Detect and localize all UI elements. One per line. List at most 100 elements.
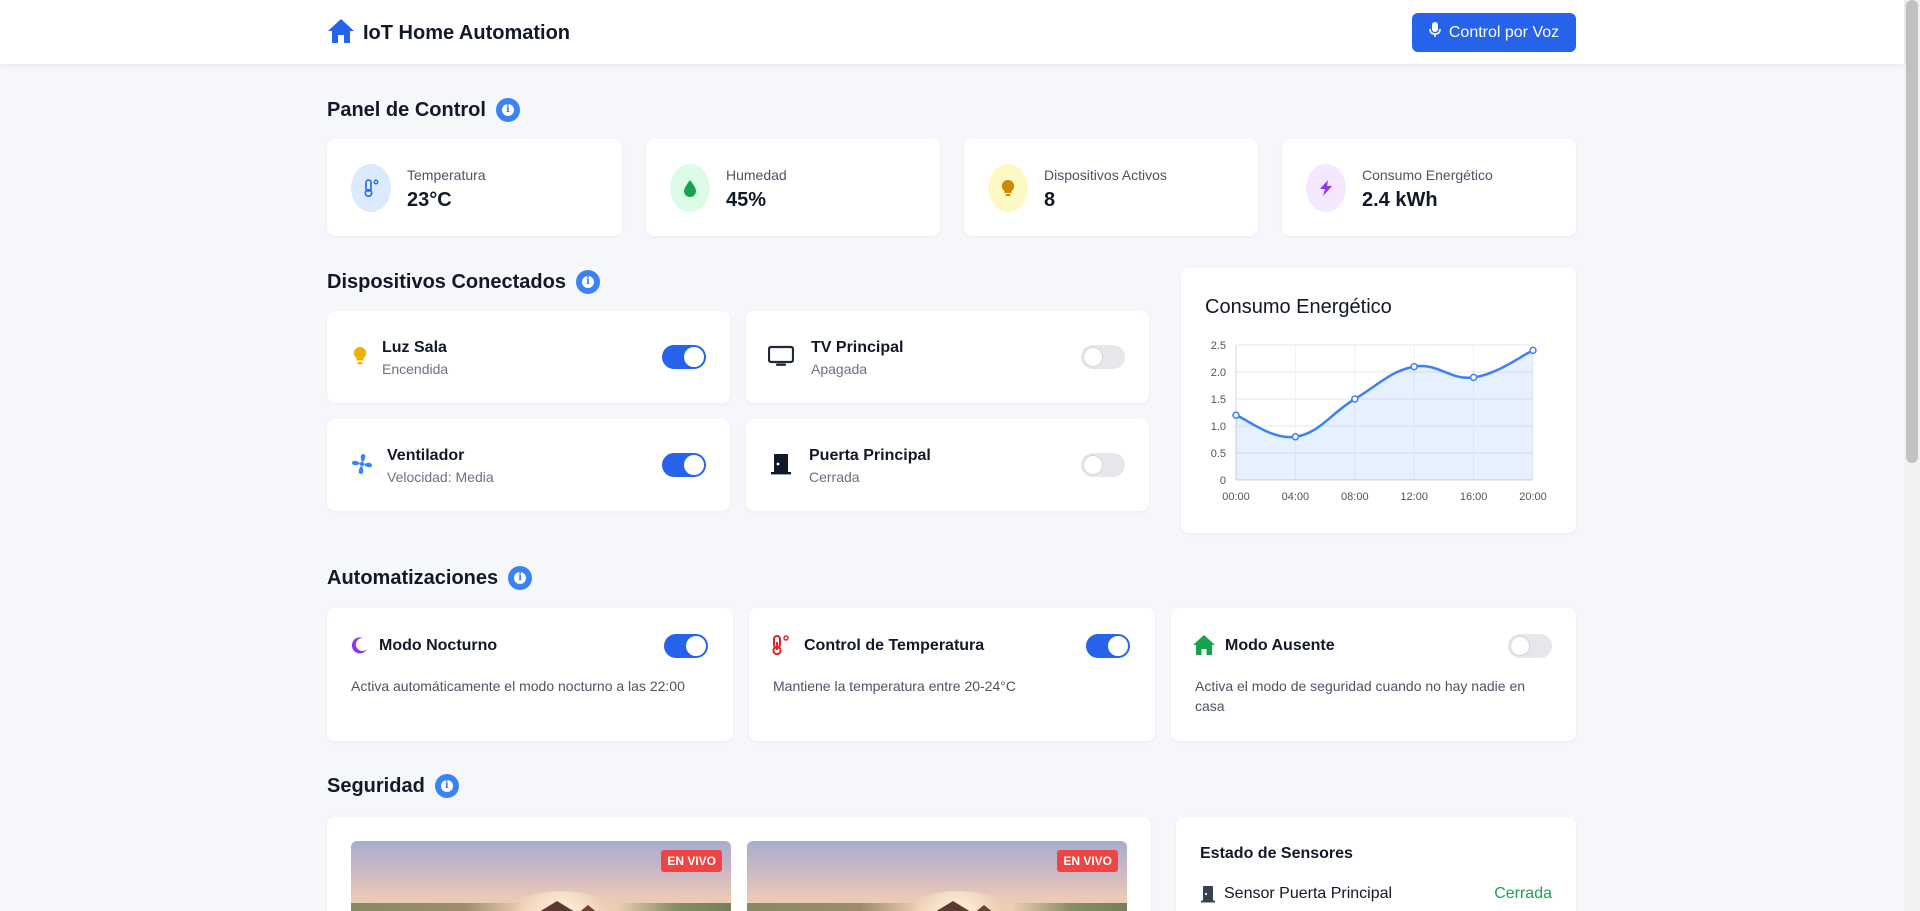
data-point [1232, 411, 1240, 419]
sensor-status-title: Estado de Sensores [1200, 845, 1353, 862]
x-tick-label: 16:00 [1460, 491, 1488, 503]
automation-card-temperature-control: Control de Temperatura Mantiene la tempe… [749, 608, 1155, 741]
stat-value: 2.4 kWh [1362, 189, 1438, 211]
y-tick-label: 2.5 [1211, 340, 1226, 352]
droplet-icon [670, 164, 710, 212]
series-area [1236, 350, 1533, 480]
thermometer-icon [769, 634, 791, 656]
device-status: Velocidad: Media [387, 469, 494, 485]
automations-section-header: Automatizaciones i [327, 566, 533, 590]
automation-toggle[interactable] [664, 634, 708, 658]
section-title: Panel de Control [327, 98, 486, 121]
automation-name: Control de Temperatura [804, 637, 985, 654]
bolt-icon [1306, 164, 1346, 212]
tv-icon [768, 344, 794, 368]
sensor-value: Cerrada [1494, 885, 1552, 902]
camera-feed[interactable]: EN VIVO [747, 841, 1127, 911]
y-tick-label: 2.0 [1211, 367, 1226, 379]
automation-name: Modo Nocturno [379, 637, 498, 654]
section-title: Dispositivos Conectados [327, 270, 566, 293]
device-card-tv-principal: TV Principal Apagada [746, 311, 1149, 403]
stat-card-temperature: Temperatura 23°C [327, 139, 622, 236]
device-card-puerta-principal: Puerta Principal Cerrada [746, 419, 1149, 511]
automation-description: Activa el modo de seguridad cuando no ha… [1195, 678, 1526, 714]
camera-feeds-card: EN VIVO EN VIVO [327, 817, 1151, 911]
y-tick-label: 0 [1220, 475, 1226, 487]
automation-name: Modo Ausente [1225, 637, 1335, 654]
door-icon [768, 452, 794, 476]
device-toggle[interactable] [1081, 453, 1125, 477]
x-tick-label: 08:00 [1341, 491, 1369, 503]
thermometer-icon [351, 164, 391, 212]
device-name: Ventilador [387, 447, 465, 464]
info-icon[interactable]: i [508, 566, 533, 590]
energy-line-chart: 0 0.5 1.0 1.5 2.0 2.5 00:00 04:00 08:00 12:00 16:0… [1211, 340, 1547, 503]
home-icon [1191, 634, 1217, 656]
stat-label: Consumo Energético [1362, 167, 1493, 183]
section-title: Automatizaciones [327, 566, 499, 589]
automation-description: Activa automáticamente el modo nocturno … [351, 678, 685, 694]
info-icon[interactable]: i [495, 98, 520, 122]
voice-control-button[interactable]: Control por Voz [1412, 13, 1576, 52]
device-card-luz-sala: Luz Sala Encendida [327, 311, 730, 403]
microphone-icon [1429, 22, 1441, 43]
moon-icon [349, 634, 371, 656]
y-tick-label: 1.5 [1211, 394, 1226, 406]
automation-card-away-mode: Modo Ausente Activa el modo de seguridad… [1171, 608, 1576, 741]
door-icon [1200, 885, 1216, 903]
device-name: TV Principal [811, 339, 904, 356]
info-icon[interactable]: i [575, 270, 600, 294]
section-title: Seguridad [327, 774, 425, 797]
device-name: Luz Sala [382, 339, 447, 356]
lightbulb-icon [988, 164, 1028, 212]
voice-control-label: Control por Voz [1448, 23, 1560, 41]
stat-label: Humedad [726, 167, 787, 183]
device-toggle[interactable] [1081, 345, 1125, 369]
home-icon [327, 18, 355, 49]
app-title: IoT Home Automation [363, 22, 571, 44]
stat-value: 23°C [407, 189, 452, 211]
live-badge: EN VIVO [661, 850, 722, 872]
device-card-ventilador: Ventilador Velocidad: Media [327, 419, 730, 511]
data-point [1351, 395, 1359, 403]
y-tick-label: 1.0 [1211, 421, 1226, 433]
lightbulb-icon [347, 344, 373, 368]
stat-card-energy: Consumo Energético 2.4 kWh [1282, 139, 1576, 236]
data-point [1469, 373, 1478, 382]
security-section-header: Seguridad i [327, 774, 459, 798]
y-tick-label: 0.5 [1211, 448, 1226, 460]
stat-value: 45% [726, 189, 767, 211]
automation-toggle[interactable] [1508, 634, 1552, 658]
fan-icon [349, 452, 375, 476]
data-point [1529, 346, 1537, 355]
info-icon[interactable]: i [434, 774, 459, 798]
x-tick-label: 00:00 [1222, 491, 1250, 503]
automation-description: Mantiene la temperatura entre 20-24°C [773, 678, 1016, 694]
live-badge: EN VIVO [1057, 850, 1118, 872]
x-tick-label: 12:00 [1400, 491, 1428, 503]
x-tick-label: 20:00 [1519, 491, 1547, 503]
top-navbar: IoT Home Automation Control por Voz [0, 0, 1904, 64]
device-status: Apagada [811, 361, 868, 377]
devices-section-header: Dispositivos Conectados i [327, 270, 600, 294]
energy-chart-card: Consumo Energético 0 0.5 1.0 1.5 2.0 2.5 00:00… [1181, 268, 1576, 533]
sensor-status-card: Estado de Sensores Sensor Puerta Princip… [1176, 817, 1576, 911]
device-toggle[interactable] [662, 345, 706, 369]
device-toggle[interactable] [662, 453, 706, 477]
panel-section-header: Panel de Control i [327, 98, 520, 122]
device-name: Puerta Principal [809, 447, 931, 464]
brand[interactable]: IoT Home Automation [327, 18, 570, 49]
device-status: Cerrada [809, 469, 860, 485]
camera-feed[interactable]: EN VIVO [351, 841, 731, 911]
automation-toggle[interactable] [1086, 634, 1130, 658]
scrollbar-thumb[interactable] [1906, 0, 1918, 463]
x-tick-label: 04:00 [1282, 491, 1310, 503]
stat-value: 8 [1044, 189, 1056, 211]
stat-label: Dispositivos Activos [1044, 167, 1167, 183]
stat-label: Temperatura [407, 167, 486, 183]
data-point [1291, 433, 1300, 441]
automation-card-night-mode: Modo Nocturno Activa automáticamente el … [327, 608, 733, 741]
sensor-name: Sensor Puerta Principal [1224, 885, 1393, 902]
data-point [1410, 362, 1418, 371]
stat-card-humidity: Humedad 45% [646, 139, 940, 236]
